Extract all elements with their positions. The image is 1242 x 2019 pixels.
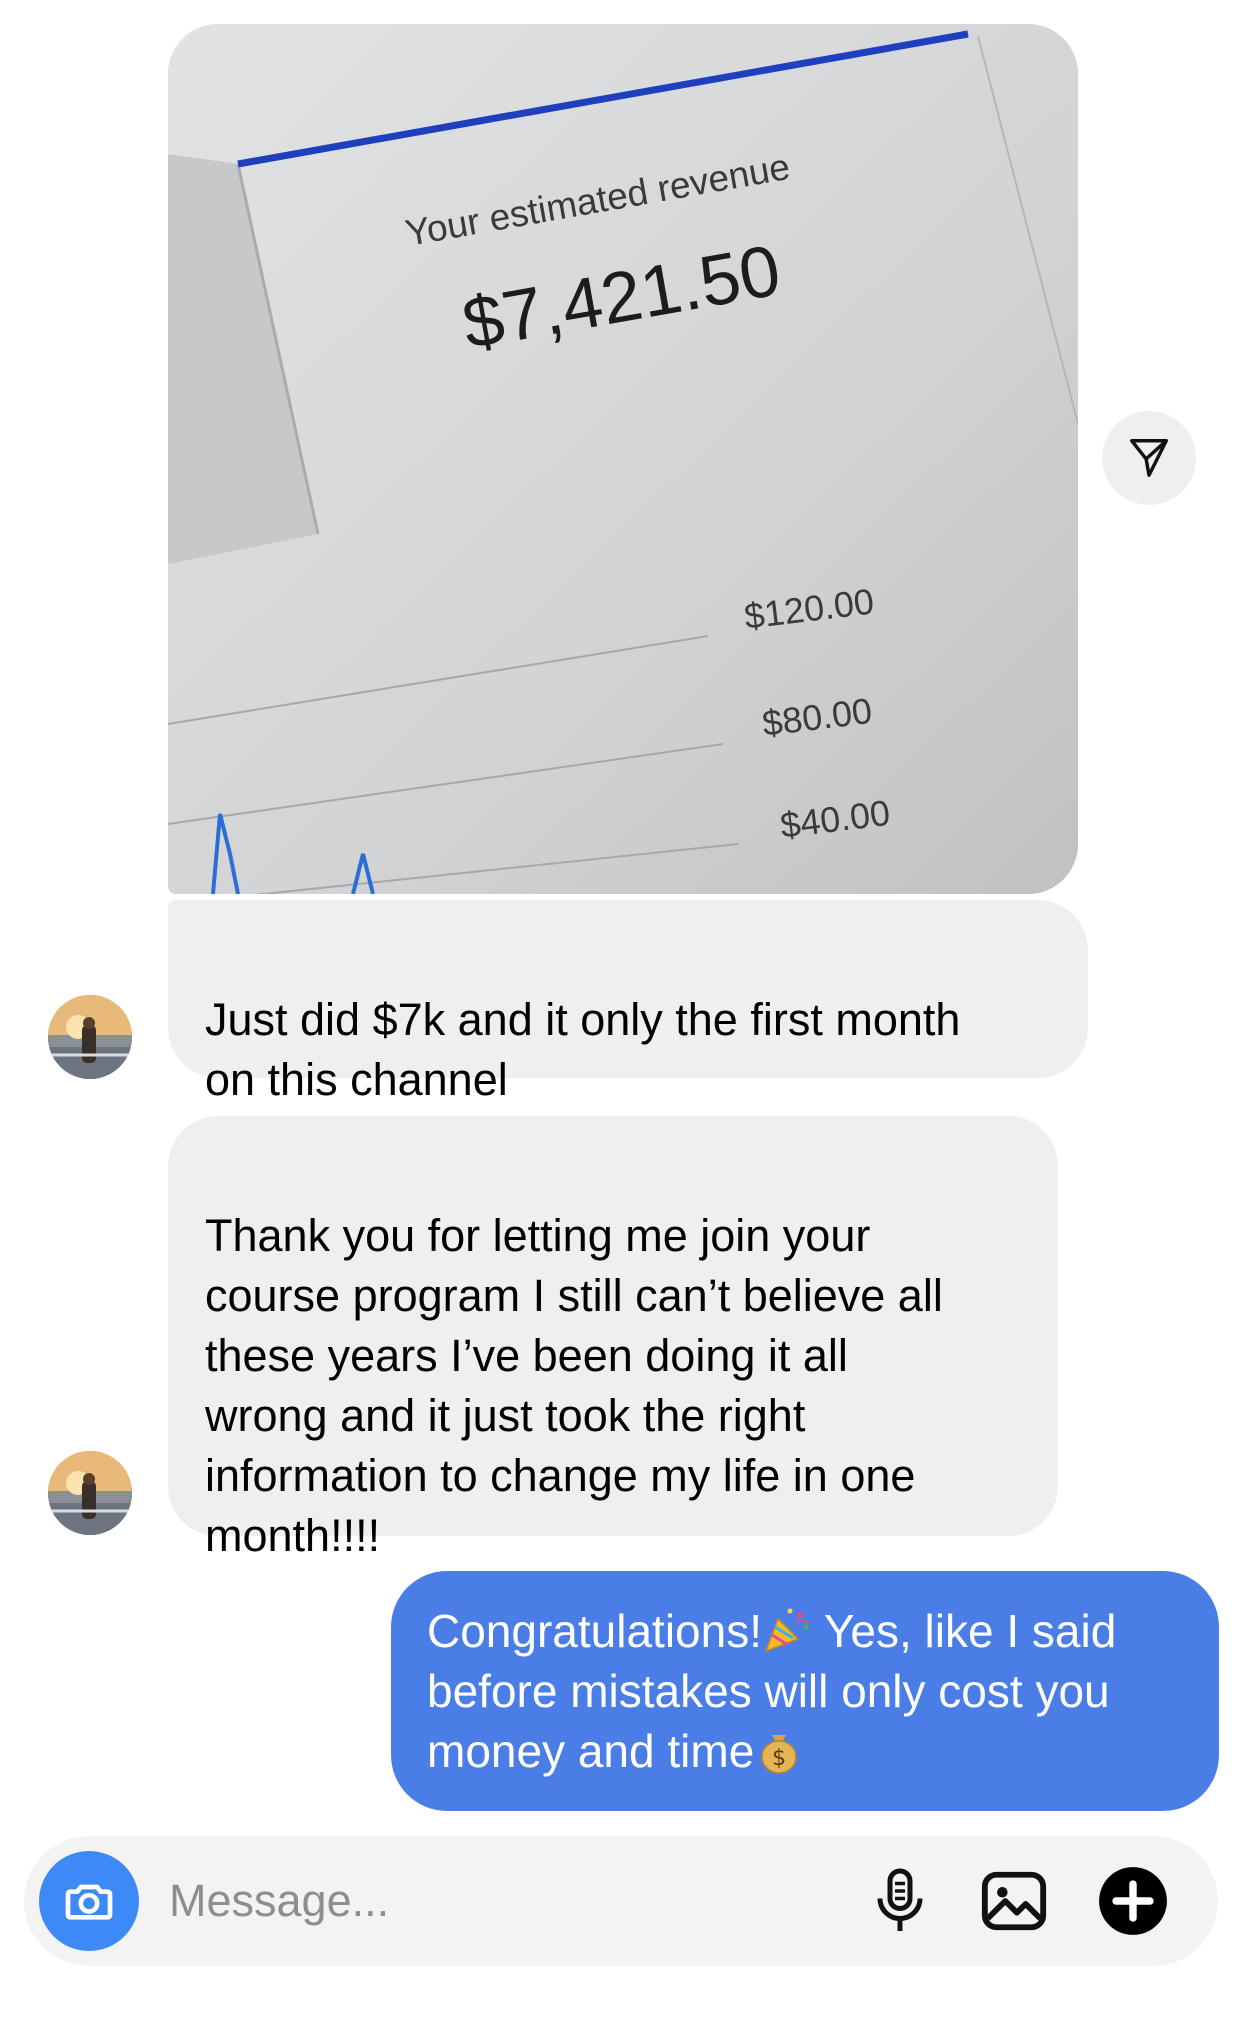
message-text: Thank you for letting me join your cours… bbox=[205, 1210, 943, 1561]
plus-icon bbox=[1099, 1867, 1167, 1935]
svg-text:$: $ bbox=[772, 1746, 786, 1771]
message-composer bbox=[24, 1836, 1218, 1966]
gallery-button[interactable] bbox=[974, 1861, 1054, 1941]
avatar-image bbox=[48, 1451, 132, 1535]
camera-button[interactable] bbox=[39, 1851, 139, 1951]
share-button[interactable] bbox=[1102, 411, 1196, 505]
avatar[interactable] bbox=[48, 1451, 132, 1535]
image-icon bbox=[981, 1871, 1047, 1931]
microphone-button[interactable] bbox=[860, 1861, 940, 1941]
received-message-bubble[interactable]: Just did $7k and it only the first month… bbox=[168, 900, 1088, 1105]
revenue-screenshot-image: Your estimated revenue $7,421.50 $120.00… bbox=[168, 24, 1078, 894]
message-text: Just did $7k and it only the first month… bbox=[205, 994, 961, 1105]
paper-plane-icon bbox=[1130, 439, 1168, 477]
money-bag-icon: $ bbox=[761, 1735, 798, 1774]
party-popper-icon bbox=[764, 1608, 809, 1653]
avatar-image bbox=[48, 995, 132, 1079]
received-message-bubble[interactable]: Thank you for letting me join your cours… bbox=[168, 1116, 1058, 1561]
microphone-icon bbox=[877, 1868, 923, 1931]
avatar[interactable] bbox=[48, 995, 132, 1079]
message-text-part1: Congratulations! bbox=[427, 1605, 762, 1657]
camera-icon bbox=[65, 1884, 113, 1920]
sent-message-bubble[interactable]: Congratulations! Yes, like I said before… bbox=[391, 1571, 1219, 1811]
photo-message[interactable]: Your estimated revenue $7,421.50 $120.00… bbox=[168, 24, 1078, 894]
add-button[interactable] bbox=[1093, 1861, 1173, 1941]
message-input[interactable] bbox=[169, 1866, 689, 1936]
